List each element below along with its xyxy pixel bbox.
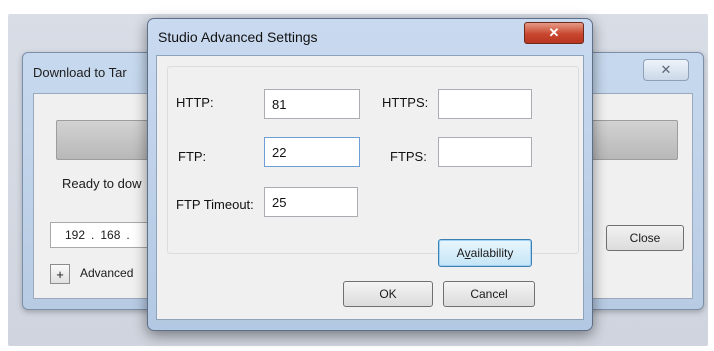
close-icon: ✕	[660, 62, 672, 77]
ports-group: HTTP: 81 HTTPS: FTP: 22 FTPS: FTP Timeou…	[167, 66, 579, 267]
expand-advanced-button[interactable]: +	[50, 264, 70, 284]
dialog-client: HTTP: 81 HTTPS: FTP: 22 FTPS: FTP Timeou…	[156, 55, 584, 320]
ip-separator: .	[126, 228, 130, 242]
ok-button[interactable]: OK	[343, 281, 433, 307]
availability-button[interactable]: Av ailability	[438, 239, 532, 267]
dialog-close-button[interactable]: ✕	[524, 22, 584, 44]
ftp-timeout-label: FTP Timeout:	[176, 197, 254, 212]
cancel-button[interactable]: Cancel	[443, 281, 535, 307]
ftp-port-input[interactable]: 22	[264, 137, 360, 167]
ip-separator: .	[91, 228, 95, 242]
plus-icon: +	[56, 266, 64, 282]
dialog-title: Studio Advanced Settings	[158, 29, 318, 45]
ftp-label: FTP:	[178, 149, 207, 164]
https-label: HTTPS:	[382, 95, 429, 110]
ftps-port-input[interactable]	[438, 137, 532, 167]
download-status-text: Ready to dow	[62, 176, 142, 191]
download-window-close-button[interactable]: ✕	[643, 59, 689, 81]
http-label: HTTP:	[176, 95, 214, 110]
ip-octet-2: 168	[100, 228, 121, 242]
ip-octet-1: 192	[65, 228, 86, 242]
close-icon: ✕	[548, 25, 560, 40]
availability-label-suffix: ailability	[470, 246, 514, 260]
studio-advanced-settings-dialog: Studio Advanced Settings ✕ HTTP: 81 HTTP…	[147, 18, 593, 331]
download-window-title: Download to Tar	[33, 65, 127, 80]
advanced-label: Advanced	[80, 266, 134, 280]
ftp-timeout-input[interactable]: 25	[264, 187, 358, 217]
close-button[interactable]: Close	[606, 225, 684, 251]
http-port-input[interactable]: 81	[264, 89, 360, 119]
availability-label-prefix: A	[456, 246, 465, 260]
https-port-input[interactable]	[438, 89, 532, 119]
ftps-label: FTPS:	[390, 149, 427, 164]
